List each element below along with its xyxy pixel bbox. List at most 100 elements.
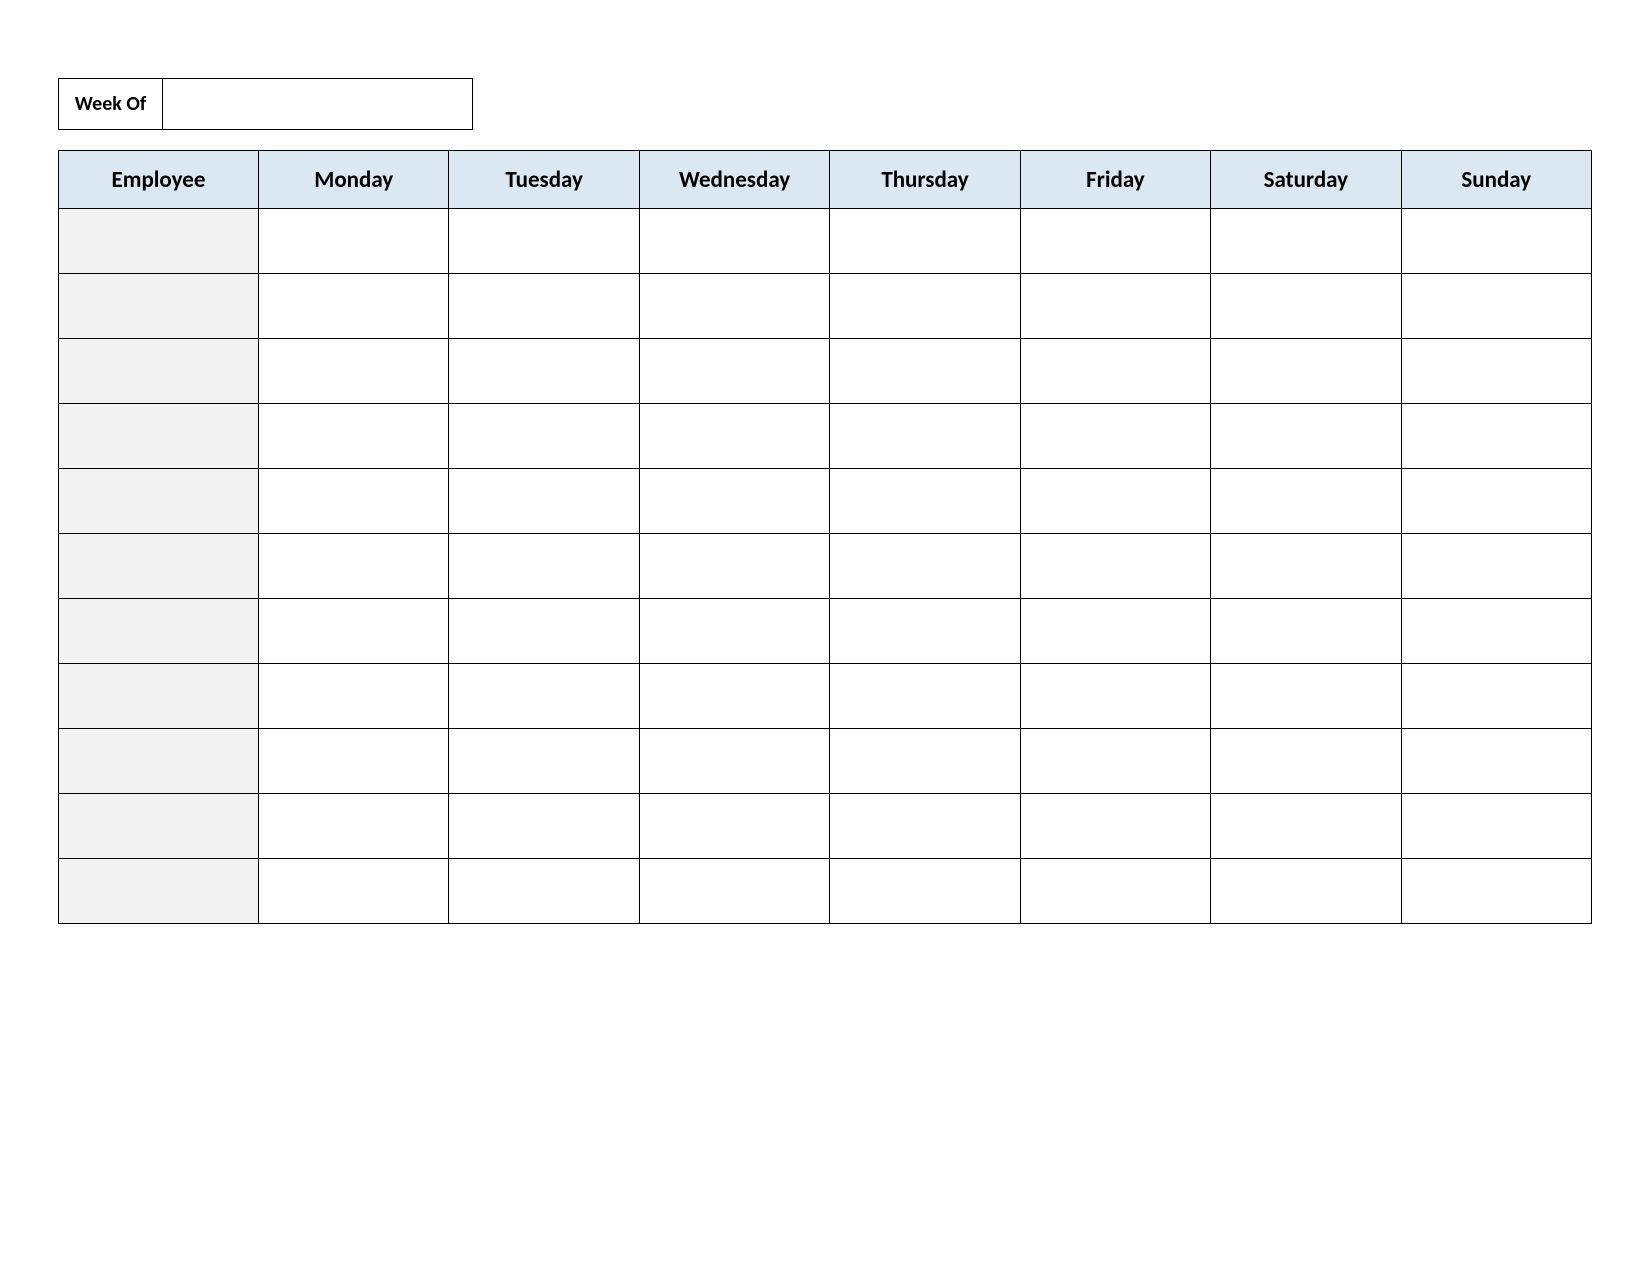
day-cell[interactable] [449, 794, 639, 859]
day-cell[interactable] [1020, 404, 1210, 469]
day-cell[interactable] [830, 404, 1020, 469]
day-cell[interactable] [259, 859, 449, 924]
day-cell[interactable] [830, 664, 1020, 729]
day-cell[interactable] [1020, 664, 1210, 729]
day-cell[interactable] [1211, 664, 1401, 729]
employee-cell[interactable] [59, 339, 259, 404]
day-cell[interactable] [449, 859, 639, 924]
day-cell[interactable] [1211, 599, 1401, 664]
day-cell[interactable] [449, 404, 639, 469]
day-cell[interactable] [259, 664, 449, 729]
table-row [59, 599, 1592, 664]
day-cell[interactable] [1211, 339, 1401, 404]
day-cell[interactable] [1401, 274, 1591, 339]
day-cell[interactable] [830, 339, 1020, 404]
day-cell[interactable] [1401, 599, 1591, 664]
employee-cell[interactable] [59, 274, 259, 339]
day-cell[interactable] [1020, 599, 1210, 664]
day-cell[interactable] [259, 794, 449, 859]
day-cell[interactable] [1020, 534, 1210, 599]
header-employee: Employee [59, 151, 259, 209]
day-cell[interactable] [1401, 404, 1591, 469]
day-cell[interactable] [259, 729, 449, 794]
day-cell[interactable] [259, 274, 449, 339]
week-of-box: Week Of [58, 78, 1592, 130]
day-cell[interactable] [1401, 209, 1591, 274]
day-cell[interactable] [449, 209, 639, 274]
day-cell[interactable] [259, 469, 449, 534]
day-cell[interactable] [449, 664, 639, 729]
day-cell[interactable] [830, 469, 1020, 534]
day-cell[interactable] [449, 339, 639, 404]
day-cell[interactable] [449, 274, 639, 339]
day-cell[interactable] [830, 729, 1020, 794]
week-of-value[interactable] [163, 78, 473, 130]
day-cell[interactable] [639, 469, 829, 534]
day-cell[interactable] [1211, 729, 1401, 794]
day-cell[interactable] [1020, 794, 1210, 859]
day-cell[interactable] [1401, 339, 1591, 404]
employee-cell[interactable] [59, 209, 259, 274]
day-cell[interactable] [1211, 274, 1401, 339]
employee-cell[interactable] [59, 664, 259, 729]
day-cell[interactable] [639, 274, 829, 339]
table-row [59, 729, 1592, 794]
day-cell[interactable] [449, 534, 639, 599]
day-cell[interactable] [830, 209, 1020, 274]
employee-cell[interactable] [59, 859, 259, 924]
employee-cell[interactable] [59, 599, 259, 664]
day-cell[interactable] [1401, 469, 1591, 534]
day-cell[interactable] [449, 599, 639, 664]
day-cell[interactable] [259, 339, 449, 404]
day-cell[interactable] [830, 794, 1020, 859]
header-thursday: Thursday [830, 151, 1020, 209]
table-row [59, 274, 1592, 339]
day-cell[interactable] [259, 404, 449, 469]
day-cell[interactable] [1020, 274, 1210, 339]
day-cell[interactable] [1211, 859, 1401, 924]
day-cell[interactable] [1020, 859, 1210, 924]
day-cell[interactable] [639, 534, 829, 599]
day-cell[interactable] [1211, 534, 1401, 599]
week-of-label: Week Of [58, 78, 163, 130]
employee-cell[interactable] [59, 534, 259, 599]
day-cell[interactable] [639, 339, 829, 404]
day-cell[interactable] [1020, 729, 1210, 794]
day-cell[interactable] [259, 534, 449, 599]
day-cell[interactable] [1401, 794, 1591, 859]
day-cell[interactable] [830, 859, 1020, 924]
day-cell[interactable] [1401, 729, 1591, 794]
table-row [59, 209, 1592, 274]
day-cell[interactable] [449, 729, 639, 794]
day-cell[interactable] [830, 534, 1020, 599]
day-cell[interactable] [1401, 534, 1591, 599]
day-cell[interactable] [639, 404, 829, 469]
day-cell[interactable] [1211, 404, 1401, 469]
day-cell[interactable] [639, 599, 829, 664]
day-cell[interactable] [259, 209, 449, 274]
day-cell[interactable] [1401, 664, 1591, 729]
day-cell[interactable] [639, 209, 829, 274]
employee-cell[interactable] [59, 729, 259, 794]
day-cell[interactable] [1211, 209, 1401, 274]
day-cell[interactable] [1401, 859, 1591, 924]
day-cell[interactable] [639, 664, 829, 729]
employee-cell[interactable] [59, 794, 259, 859]
day-cell[interactable] [449, 469, 639, 534]
header-tuesday: Tuesday [449, 151, 639, 209]
day-cell[interactable] [1020, 339, 1210, 404]
day-cell[interactable] [259, 599, 449, 664]
employee-cell[interactable] [59, 469, 259, 534]
day-cell[interactable] [1020, 209, 1210, 274]
day-cell[interactable] [830, 599, 1020, 664]
table-row [59, 859, 1592, 924]
day-cell[interactable] [1211, 794, 1401, 859]
day-cell[interactable] [1211, 469, 1401, 534]
day-cell[interactable] [639, 859, 829, 924]
day-cell[interactable] [639, 794, 829, 859]
employee-cell[interactable] [59, 404, 259, 469]
day-cell[interactable] [639, 729, 829, 794]
day-cell[interactable] [1020, 469, 1210, 534]
day-cell[interactable] [830, 274, 1020, 339]
table-row [59, 339, 1592, 404]
